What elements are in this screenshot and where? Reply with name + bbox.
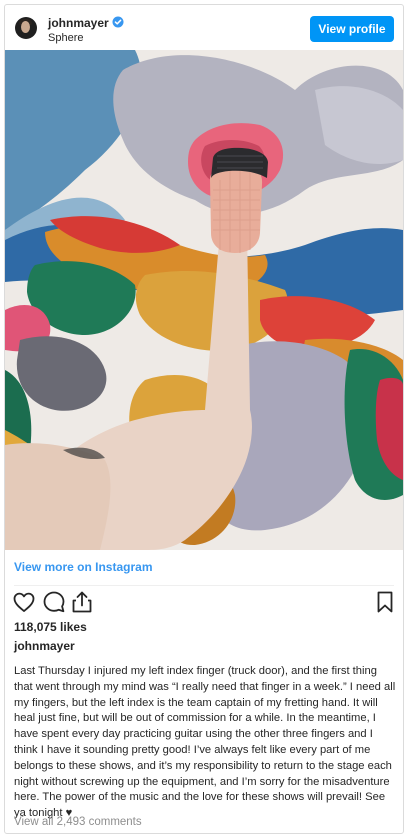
- caption-username-link[interactable]: johnmayer: [14, 639, 75, 653]
- username-link[interactable]: johnmayer: [48, 16, 109, 30]
- comment-bubble-icon[interactable]: [41, 589, 67, 615]
- action-bar: [5, 589, 403, 619]
- avatar-face: [21, 21, 30, 33]
- view-all-comments-link[interactable]: View all 2,493 comments: [14, 816, 142, 828]
- like-count[interactable]: 118,075 likes: [14, 620, 87, 634]
- divider: [14, 585, 394, 586]
- post-caption: Last Thursday I injured my left index fi…: [14, 665, 396, 820]
- verified-badge-icon: [112, 16, 124, 28]
- instagram-embed-card: johnmayer Sphere View profile View more …: [4, 4, 404, 834]
- post-photo[interactable]: [5, 50, 403, 550]
- location-link[interactable]: Sphere: [48, 32, 83, 44]
- view-more-on-instagram-link[interactable]: View more on Instagram: [14, 560, 153, 574]
- bookmark-icon[interactable]: [372, 589, 398, 615]
- view-profile-button[interactable]: View profile: [310, 16, 394, 42]
- post-header: johnmayer Sphere View profile: [5, 5, 403, 49]
- heart-icon[interactable]: [11, 589, 37, 615]
- share-icon[interactable]: [69, 589, 95, 615]
- avatar[interactable]: [15, 17, 37, 39]
